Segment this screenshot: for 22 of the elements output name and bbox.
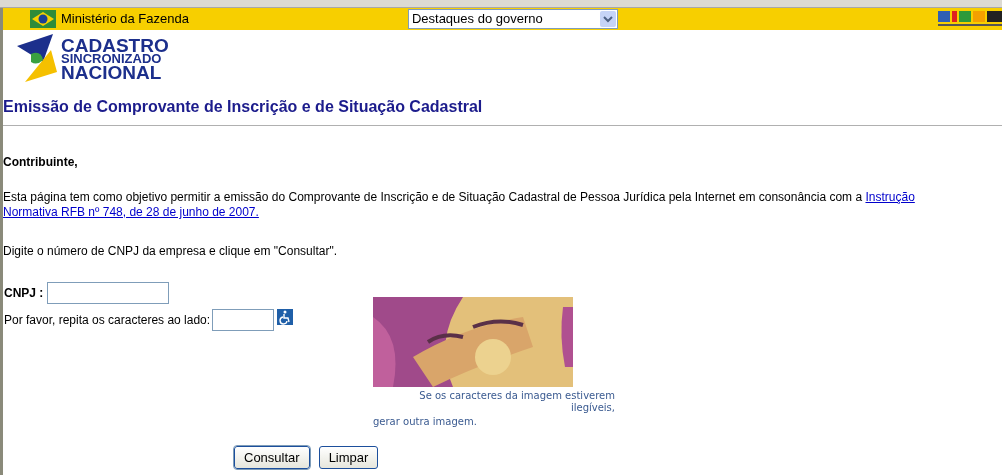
page-title: Emissão de Comprovante de Inscrição e de Situação Cadastral (3, 97, 484, 117)
greeting: Contribuinte, (3, 154, 79, 171)
captcha-field[interactable] (212, 309, 275, 331)
captcha-note: Se os caracteres da imagem estiverem ilegíveis, (418, 390, 615, 414)
instruction-text: Digite o número de CNPJ da empresa e clique em "Consultar". (3, 243, 338, 260)
regulation-link[interactable]: Instrução (865, 190, 915, 204)
brasil-logo-icon (938, 10, 1002, 28)
clear-button[interactable]: Limpar (318, 446, 379, 469)
accessibility-icon[interactable] (277, 309, 294, 325)
refresh-captcha-link[interactable]: gerar outra imagem. (373, 416, 477, 428)
submit-button[interactable]: Consultar (234, 446, 310, 469)
logo-text: NACIONAL (61, 65, 163, 80)
intro-paragraph: Esta página tem como objetivo permitir a emissão do Comprovante de Inscrição e de Situação Cadastral de Pessoa Jurídica pela Internet em consonância com a Instrução Normativa RFB nº 748, de 28 de junho de 2007. (3, 190, 916, 220)
captcha-label: Por favor, repita os caracteres ao lado: (4, 312, 211, 329)
logo-text: SINCRONIZADO (61, 53, 162, 65)
ministry-label: Ministério da Fazenda (61, 10, 189, 29)
logo-text: CADASTRO (61, 38, 169, 53)
cnpj-field[interactable] (47, 282, 170, 304)
cnpj-label: CNPJ : (4, 285, 44, 302)
dropdown[interactable]: Destaques do governo (407, 9, 618, 29)
caret-icon (599, 11, 616, 27)
regulation-link[interactable]: Normativa RFB nº 748, de 28 de junho de 2007. (3, 205, 259, 219)
